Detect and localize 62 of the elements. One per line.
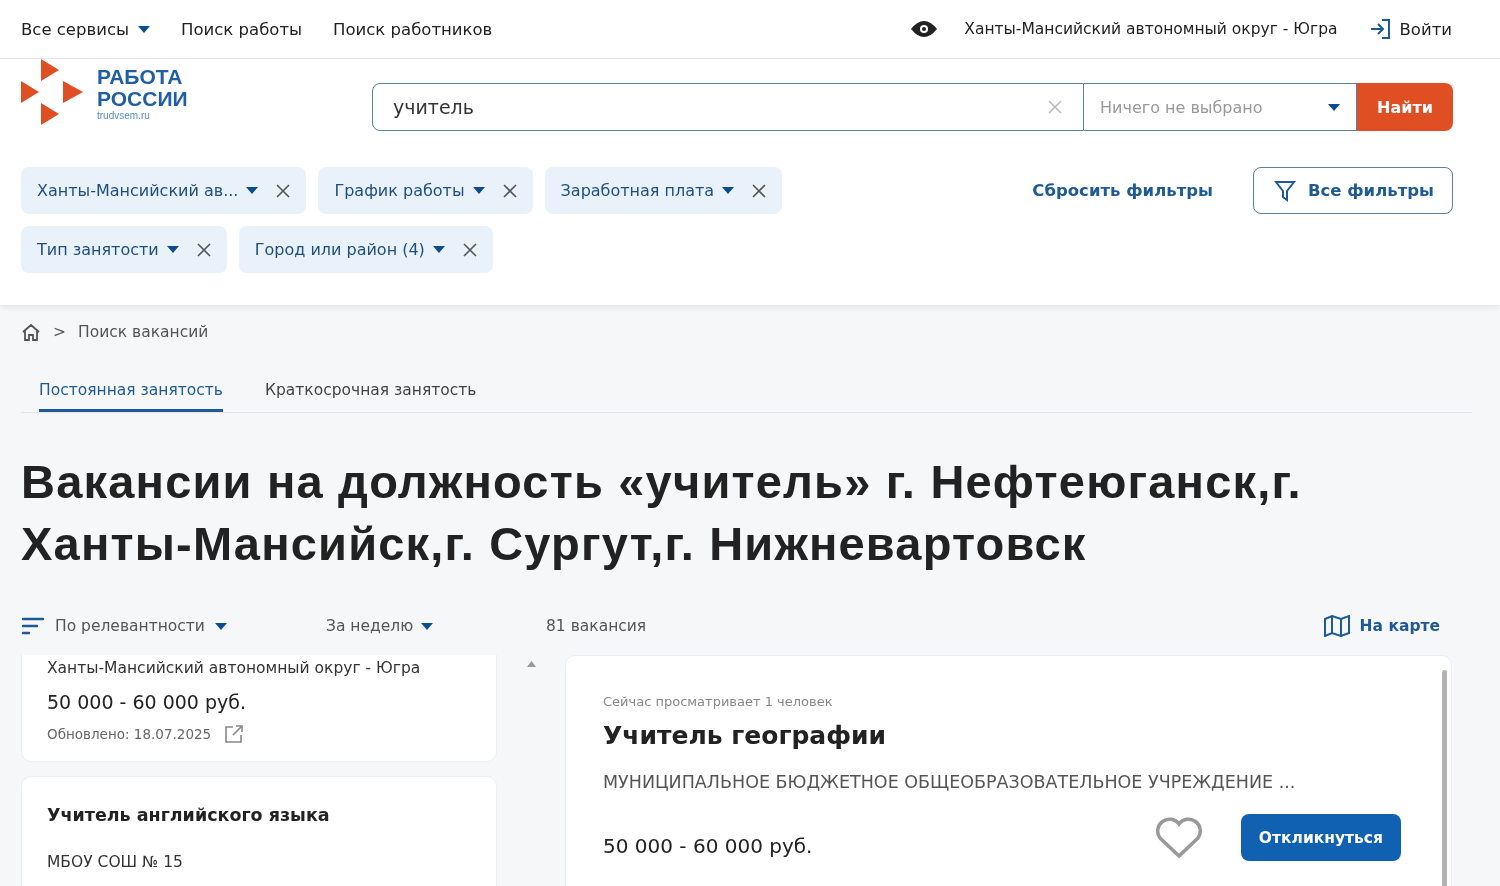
close-icon[interactable] [752, 183, 767, 198]
scroll-up-icon[interactable] [526, 661, 536, 667]
logo-icon [21, 59, 85, 127]
reset-filters-link[interactable]: Сбросить фильтры [1032, 167, 1213, 200]
caret-icon [138, 25, 151, 33]
period-dropdown[interactable]: За неделю [326, 617, 546, 635]
filter-chip[interactable]: Ханты-Мансийский ав... [21, 167, 307, 214]
external-link-icon[interactable] [225, 725, 244, 743]
home-icon[interactable] [21, 323, 41, 341]
logo-text: РОССИИ [97, 87, 188, 110]
updated-date: Обновлено: 18.07.2025 [47, 726, 212, 742]
search-field[interactable]: учитель [372, 83, 1084, 131]
nav-link[interactable]: Поиск работников [333, 19, 493, 39]
caret-icon [166, 246, 179, 253]
vacancy-card[interactable]: Учитель английского языка МБОУ СОШ № 15 [21, 776, 497, 886]
caret-icon [432, 246, 445, 253]
login-link[interactable]: Войти [1368, 18, 1452, 40]
vacancy-count: 81 вакансия [546, 617, 648, 635]
filter-icon [1273, 179, 1296, 202]
caret-icon [472, 187, 485, 194]
heart-icon[interactable] [1154, 816, 1203, 859]
page-heading: Вакансии на должность «учитель» г. Нефтеюганск,г. Ханты-Мансийск,г. Сургут,г. Нижневартовск [21, 454, 1303, 572]
vacancy-salary: 50 000 - 60 000 руб. [47, 691, 247, 713]
close-icon[interactable] [462, 242, 477, 257]
sort-icon [21, 617, 45, 635]
close-icon[interactable] [196, 242, 211, 257]
caret-icon [722, 187, 735, 194]
breadcrumb-separator: > [53, 323, 66, 341]
caret-icon [1328, 103, 1340, 111]
breadcrumb-link[interactable]: Поиск вакансий [78, 323, 209, 341]
caret-icon [214, 622, 227, 630]
logo-text: РАБОТА [97, 65, 184, 88]
viewers-note: Сейчас просматривает 1 человек [603, 694, 834, 709]
apply-button[interactable]: Откликнуться [1240, 814, 1401, 861]
filter-chip[interactable]: Тип занятости [21, 226, 227, 273]
login-icon [1368, 18, 1391, 40]
caret-icon [246, 187, 259, 194]
region-link[interactable]: Ханты-Мансийский автономный округ - Югра [964, 20, 1338, 38]
all-filters-button[interactable]: Все фильтры [1252, 167, 1453, 214]
filter-chip[interactable]: График работы [318, 167, 533, 214]
vacancy-salary: 50 000 - 60 000 руб. [603, 832, 814, 858]
vacancy-region: Ханты-Мансийский автономный округ - Югра [47, 659, 422, 677]
search-button[interactable]: Найти [1357, 83, 1453, 131]
nav-link[interactable]: Поиск работы [181, 19, 303, 39]
logo-domain: trudvsem.ru [97, 109, 151, 121]
map-link[interactable]: На карте [1323, 615, 1440, 637]
vacancy-employer: МБОУ СОШ № 15 [47, 853, 184, 871]
filter-chip[interactable]: Город или район (4) [238, 226, 493, 273]
sort-dropdown[interactable]: По релевантности [21, 617, 326, 635]
vacancy-employer: МУНИЦИПАЛЬНОЕ БЮДЖЕТНОЕ ОБЩЕОБРАЗОВАТЕЛЬНОЕ УЧРЕЖДЕНИЕ ... [603, 772, 1297, 792]
map-icon [1323, 615, 1350, 637]
nav-link[interactable]: Все сервисы [21, 19, 151, 39]
vacancy-card[interactable]: Ханты-Мансийский автономный округ - Югра 50 000 - 60 000 руб. Обновлено: 18.07.2025 [21, 655, 497, 762]
close-icon[interactable] [502, 183, 517, 198]
caret-icon [421, 622, 434, 630]
eye-icon[interactable] [910, 20, 939, 38]
vacancy-title: Учитель географии [603, 721, 888, 750]
tab[interactable]: Краткосрочная занятость [264, 381, 477, 412]
vacancy-title: Учитель английского языка [47, 805, 331, 825]
filter-chip[interactable]: Заработная плата [544, 167, 783, 214]
close-icon[interactable] [276, 183, 291, 198]
tab[interactable]: Постоянная занятость [39, 381, 223, 412]
